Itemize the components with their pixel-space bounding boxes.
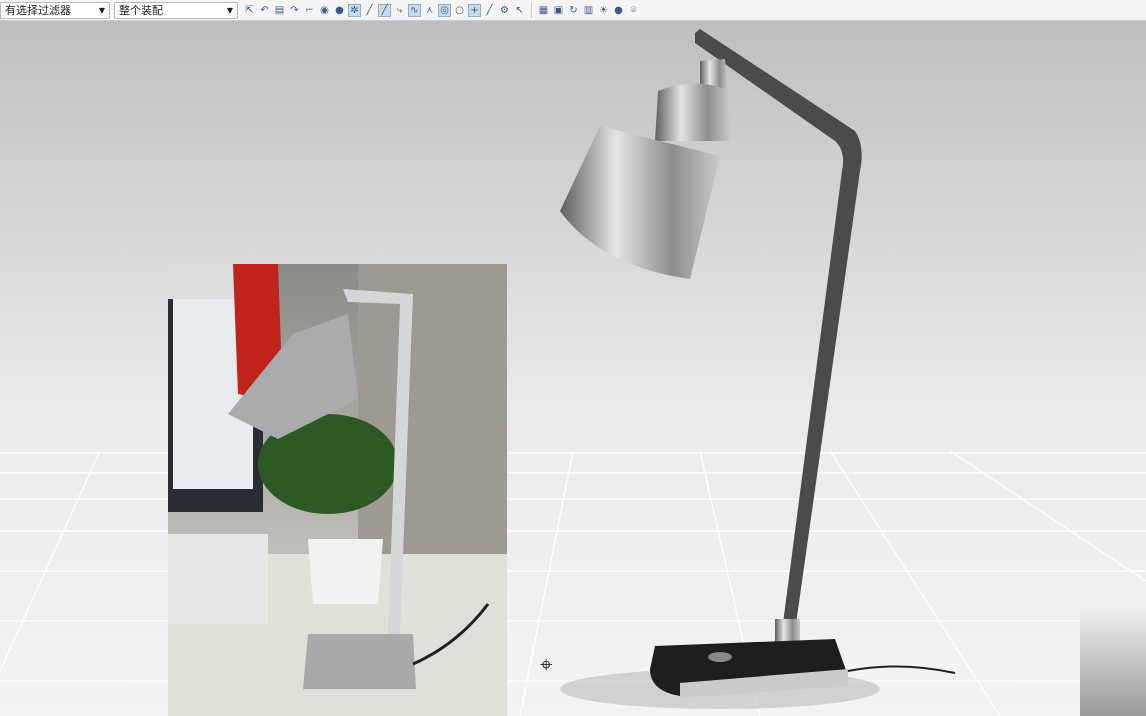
view-icon[interactable]: ◉ bbox=[318, 4, 331, 17]
cross-icon[interactable]: + bbox=[468, 3, 481, 17]
chevron-down-icon: ▼ bbox=[226, 5, 233, 15]
scope-value: 整个装配 bbox=[119, 4, 163, 17]
material-icon[interactable]: ● bbox=[612, 4, 625, 17]
gear-icon[interactable]: ⚙ bbox=[498, 4, 511, 17]
camera-icon[interactable]: ⌾ bbox=[627, 4, 640, 17]
thumbnail-preview[interactable] bbox=[1080, 609, 1146, 716]
cursor-icon[interactable]: ↖ bbox=[513, 4, 526, 17]
undo-icon[interactable]: ↶ bbox=[258, 4, 271, 17]
line-icon[interactable]: ╱ bbox=[483, 4, 496, 17]
point-icon[interactable]: ⋏ bbox=[423, 4, 436, 17]
target-icon[interactable]: ◎ bbox=[438, 3, 451, 17]
desk-lamp-3d bbox=[560, 29, 956, 709]
box-select-icon[interactable]: ⌐ bbox=[303, 4, 316, 17]
snap-icon[interactable]: ✲ bbox=[348, 3, 361, 17]
toolbar: 有选择过滤器 ▼ 整个装配 ▼ ⇱ ↶ ▤ ↷ ⌐ ◉ ● ✲ ╱ ╱ ⤷ ∿ ⋏ … bbox=[0, 0, 1146, 21]
save-icon[interactable]: ▤ bbox=[273, 4, 286, 17]
layer-icon[interactable]: ▣ bbox=[552, 4, 565, 17]
circle-icon[interactable]: ○ bbox=[453, 4, 466, 17]
redo-icon[interactable]: ↷ bbox=[288, 4, 301, 17]
curve-icon[interactable]: ⤷ bbox=[393, 4, 406, 17]
line-icon[interactable]: ╱ bbox=[363, 4, 376, 17]
rotate-icon[interactable]: ↻ bbox=[567, 4, 580, 17]
3d-viewport[interactable]: ⌖ bbox=[0, 21, 1146, 716]
render-icon[interactable]: ● bbox=[333, 4, 346, 17]
chevron-down-icon: ▼ bbox=[98, 5, 105, 15]
scope-dropdown[interactable]: 整个装配 ▼ bbox=[114, 1, 238, 19]
selection-filter-value: 有选择过滤器 bbox=[5, 4, 71, 17]
selection-filter-dropdown[interactable]: 有选择过滤器 ▼ bbox=[0, 1, 110, 19]
grid-icon[interactable]: ▦ bbox=[537, 4, 550, 17]
line-icon[interactable]: ╱ bbox=[378, 3, 391, 17]
selection-icon[interactable]: ⇱ bbox=[243, 4, 256, 17]
move-cursor-icon: ⌖ bbox=[540, 653, 553, 678]
measure-icon[interactable]: ∿ bbox=[408, 3, 421, 17]
display-icon[interactable]: ▥ bbox=[582, 4, 595, 17]
light-icon[interactable]: ☀ bbox=[597, 4, 610, 17]
divider bbox=[531, 2, 532, 18]
